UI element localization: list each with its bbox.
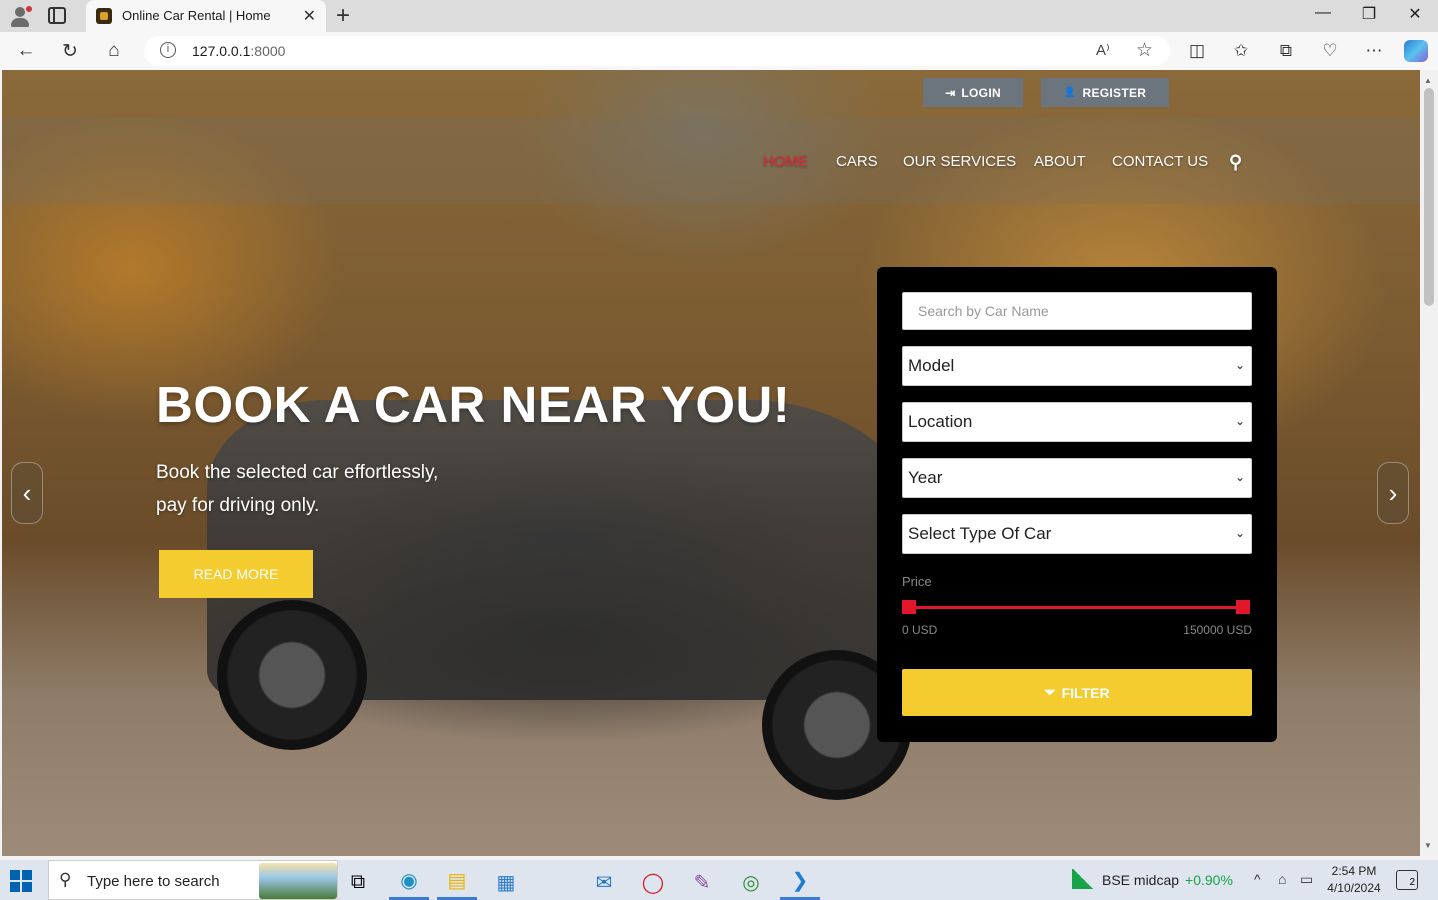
edge-icon[interactable]: ◉ — [389, 864, 429, 900]
taskbar-search-box[interactable]: ⚲ Type here to search — [48, 860, 338, 900]
home-button[interactable]: ⌂ — [102, 40, 126, 62]
favorite-star-icon[interactable]: ☆ — [1136, 39, 1153, 62]
search-icon: ⚲ — [59, 870, 72, 889]
system-clock[interactable]: 2:54 PM 4/10/2024 — [1322, 863, 1386, 897]
read-more-button[interactable]: READ MORE — [159, 550, 313, 598]
price-label: Price — [902, 574, 932, 589]
window-close-button[interactable]: ✕ — [1392, 4, 1438, 24]
mail-icon[interactable]: ✉ — [584, 864, 624, 900]
stock-widget[interactable]: BSE midcap +0.90% — [1102, 872, 1233, 888]
collections-icon[interactable]: ⧉ — [1276, 41, 1296, 61]
reload-button[interactable]: ↻ — [58, 40, 82, 63]
more-menu-icon[interactable]: ⋯ — [1364, 41, 1384, 61]
address-toolbar: ← ↻ ⌂ i 127.0.0.1:8000 A⁾ ☆ ◫ ✩ ⧉ ♡ ⋯ — [0, 32, 1438, 70]
search-icon[interactable]: ⚲ — [1229, 152, 1242, 173]
model-select[interactable]: Model ⌄ — [902, 346, 1252, 386]
funnel-icon: ⏷ — [1044, 684, 1056, 700]
register-button[interactable]: 👤 REGISTER — [1041, 78, 1169, 107]
copilot-icon[interactable] — [1404, 40, 1428, 62]
windows-taskbar: ⚲ Type here to search ⧉ ◉ ▤ ▦ ✉ ◯ ✎ ◎ ❯ … — [0, 860, 1438, 900]
chevron-down-icon: ⌄ — [1234, 414, 1245, 428]
nav-contact-us[interactable]: CONTACT US — [1112, 153, 1208, 170]
hero-title: BOOK A CAR NEAR YOU! — [156, 376, 791, 433]
carousel-next-button[interactable]: › — [1377, 462, 1409, 524]
login-label: LOGIN — [961, 85, 1001, 100]
browser-tab[interactable]: Online Car Rental | Home ✕ — [86, 0, 326, 32]
scroll-down-icon[interactable]: ▼ — [1424, 841, 1432, 850]
vscode-icon[interactable]: ❯ — [780, 864, 820, 900]
page-scrollbar[interactable]: ▲ ▼ — [1420, 70, 1438, 856]
price-min-handle[interactable] — [902, 600, 916, 614]
browser-tab-strip: Online Car Rental | Home ✕ + — ❐ ✕ — [0, 0, 1438, 32]
price-min-value: 0 USD — [902, 623, 938, 637]
carousel-prev-button[interactable]: ‹ — [11, 462, 43, 524]
browser-essentials-icon[interactable]: ♡ — [1320, 41, 1340, 61]
favorites-icon[interactable]: ✩ — [1231, 41, 1251, 61]
opera-icon[interactable]: ◯ — [633, 864, 673, 900]
year-select-value: Year — [908, 468, 943, 487]
location-select[interactable]: Location ⌄ — [902, 402, 1252, 442]
meet-now-icon[interactable]: ⌂ — [1278, 871, 1286, 887]
stock-chart-icon — [1072, 869, 1094, 889]
start-button[interactable] — [10, 870, 32, 892]
hero-section: ⇥ LOGIN 👤 REGISTER HOME CARS OUR SERVICE… — [2, 70, 1420, 856]
profile-icon[interactable] — [8, 4, 32, 28]
nav-about[interactable]: ABOUT — [1034, 153, 1086, 170]
clock-date: 4/10/2024 — [1327, 881, 1381, 895]
register-label: REGISTER — [1082, 85, 1147, 100]
hero-subtitle-line: Book the selected car effortlessly, — [156, 462, 439, 483]
search-highlight-image — [259, 863, 337, 899]
user-plus-icon: 👤 — [1063, 87, 1077, 98]
tray-expand-icon[interactable]: ^ — [1254, 871, 1261, 887]
chevron-down-icon: ⌄ — [1234, 526, 1245, 540]
car-type-select[interactable]: Select Type Of Car ⌄ — [902, 514, 1252, 554]
tab-actions-icon[interactable] — [48, 7, 66, 24]
nav-our-services[interactable]: OUR SERVICES — [903, 153, 1016, 170]
hero-subtitle: Book the selected car effortlessly, pay … — [156, 456, 516, 522]
tab-title: Online Car Rental | Home — [122, 8, 271, 23]
login-button[interactable]: ⇥ LOGIN — [923, 78, 1023, 107]
paint-icon[interactable]: ✎ — [682, 864, 722, 900]
store-icon[interactable]: ▦ — [486, 864, 526, 900]
new-tab-button[interactable]: + — [336, 2, 350, 30]
minimize-button[interactable]: — — [1300, 4, 1346, 22]
filter-label: FILTER — [1061, 684, 1110, 701]
back-button[interactable]: ← — [14, 40, 38, 62]
address-bar[interactable]: i 127.0.0.1:8000 A⁾ ☆ — [144, 36, 1170, 66]
scrollbar-thumb[interactable] — [1424, 88, 1434, 306]
chevron-down-icon: ⌄ — [1234, 358, 1245, 372]
car-name-search-input[interactable] — [902, 292, 1252, 330]
tab-close-icon[interactable]: ✕ — [303, 6, 316, 26]
nav-cars[interactable]: CARS — [836, 153, 878, 170]
restore-button[interactable]: ❐ — [1346, 4, 1392, 24]
chevron-down-icon: ⌄ — [1234, 470, 1245, 484]
notifications-icon[interactable]: 2 — [1396, 870, 1418, 890]
read-aloud-icon[interactable]: A⁾ — [1096, 41, 1110, 59]
url-text[interactable]: 127.0.0.1:8000 — [192, 43, 285, 59]
car-wheel — [217, 600, 367, 750]
network-icon[interactable]: ▭ — [1300, 871, 1313, 888]
price-max-value: 150000 USD — [1183, 623, 1252, 637]
model-select-value: Model — [908, 356, 955, 375]
price-max-handle[interactable] — [1236, 600, 1250, 614]
nav-home[interactable]: HOME — [763, 153, 808, 170]
taskbar-search-placeholder: Type here to search — [87, 873, 220, 890]
price-range-track[interactable] — [908, 606, 1242, 609]
clock-time: 2:54 PM — [1331, 864, 1377, 878]
filter-button[interactable]: ⏷ FILTER — [902, 669, 1252, 716]
hero-subtitle-line: pay for driving only. — [156, 495, 320, 516]
location-select-value: Location — [908, 412, 973, 431]
scroll-up-icon[interactable]: ▲ — [1424, 76, 1432, 85]
car-filter-panel: Model ⌄ Location ⌄ Year ⌄ Select Type Of… — [877, 267, 1277, 742]
car-type-select-value: Select Type Of Car — [908, 524, 1052, 543]
site-info-icon[interactable]: i — [160, 42, 176, 58]
year-select[interactable]: Year ⌄ — [902, 458, 1252, 498]
sign-in-icon: ⇥ — [945, 85, 956, 100]
task-view-icon[interactable]: ⧉ — [338, 864, 378, 900]
split-screen-icon[interactable]: ◫ — [1187, 41, 1207, 61]
file-explorer-icon[interactable]: ▤ — [437, 864, 477, 900]
chrome-icon[interactable]: ◎ — [731, 864, 771, 900]
site-favicon-icon — [96, 8, 112, 24]
